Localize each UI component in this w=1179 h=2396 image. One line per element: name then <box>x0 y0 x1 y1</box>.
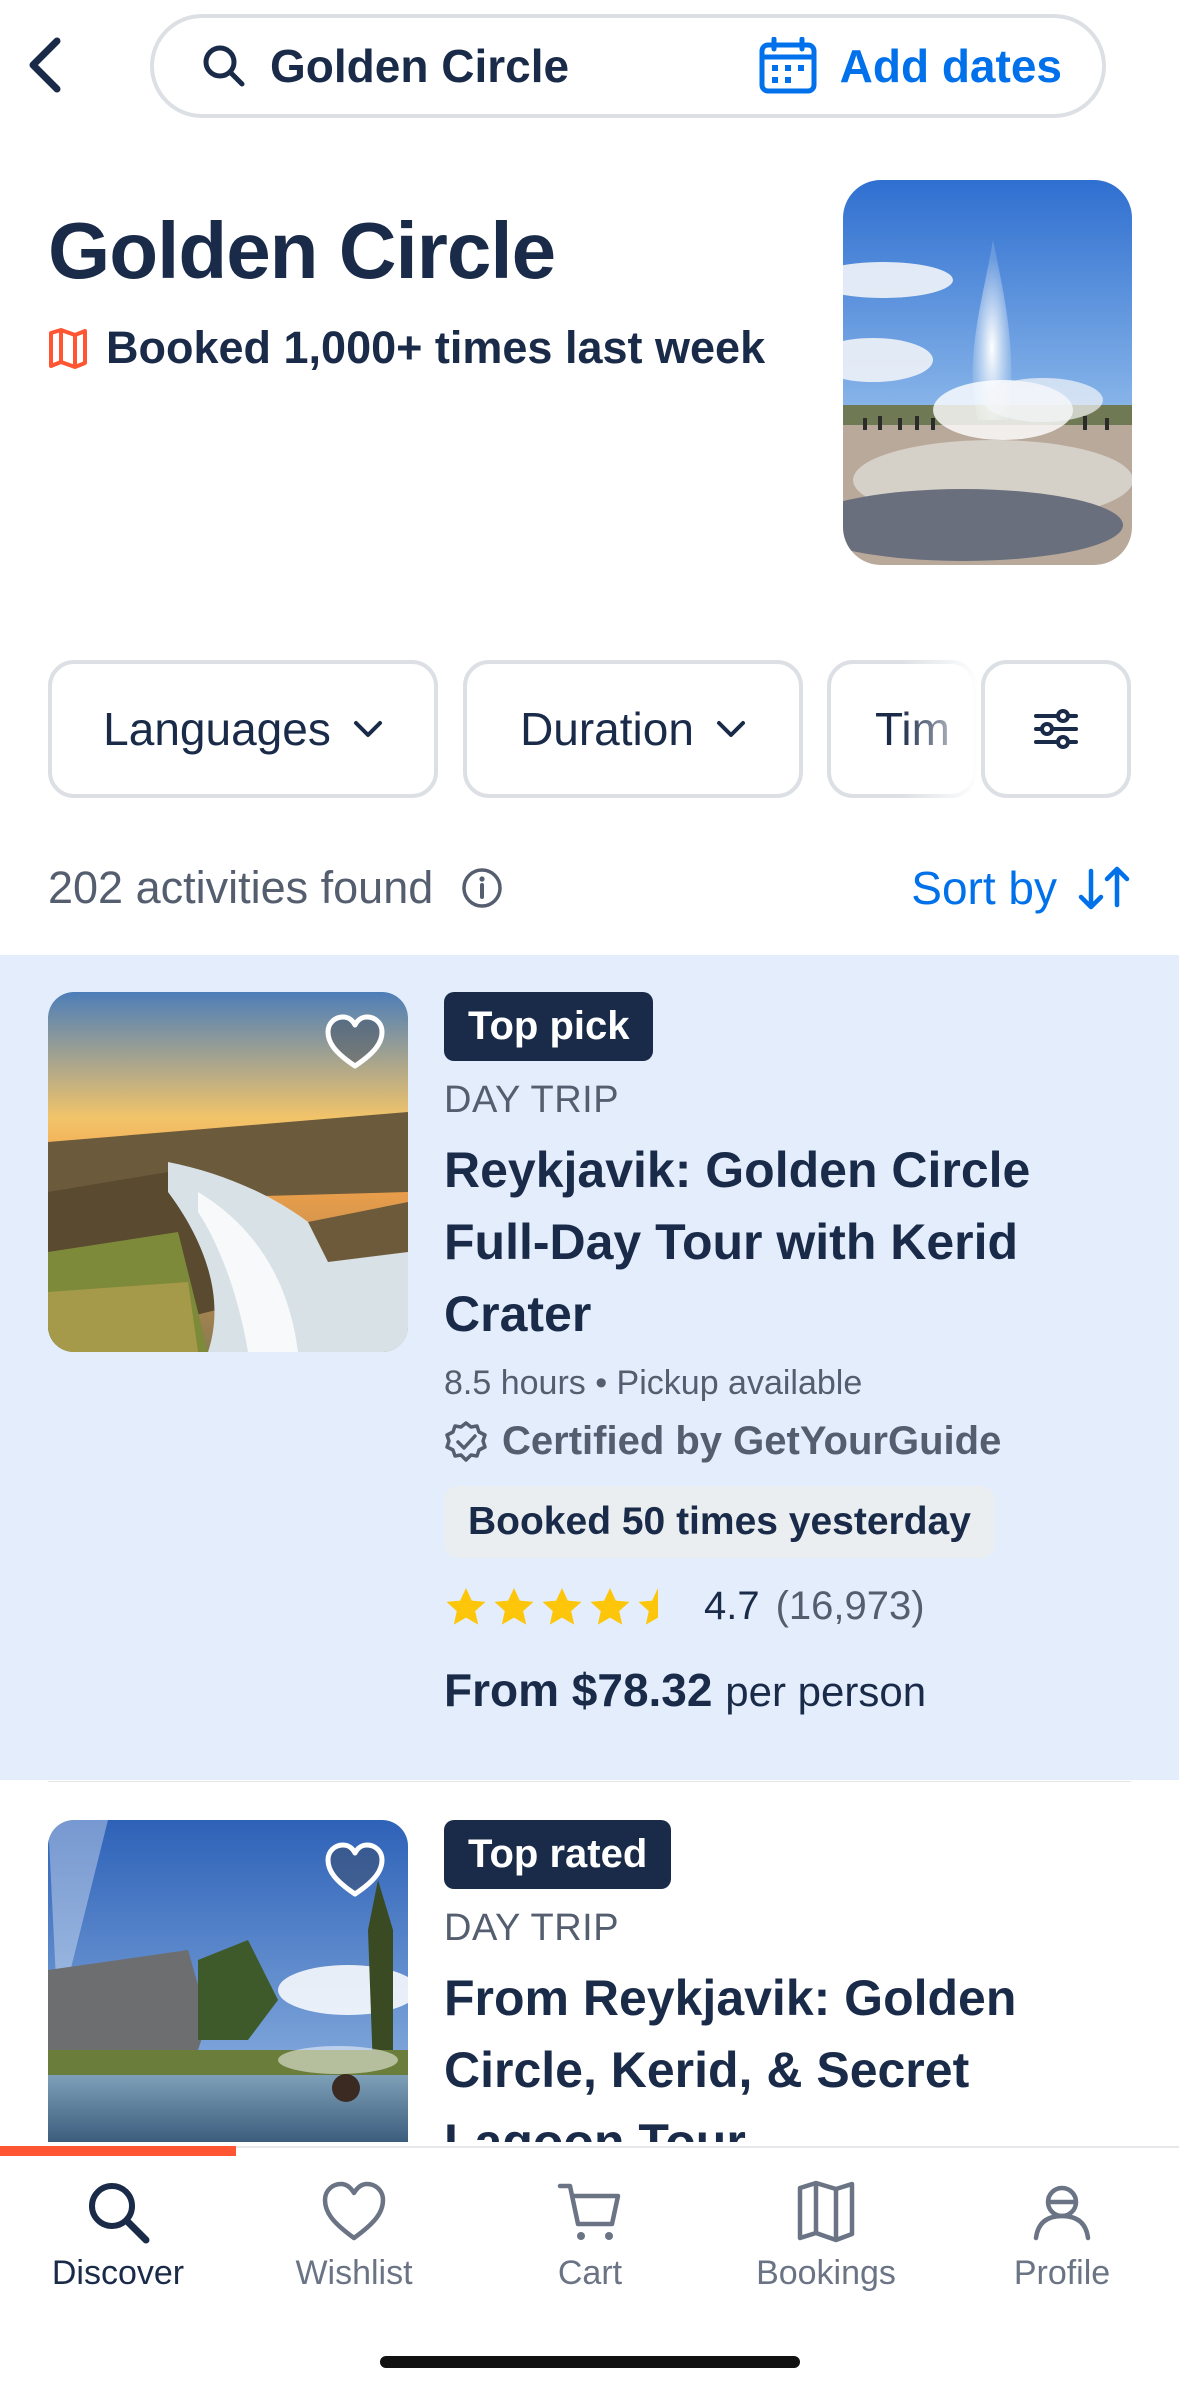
sort-arrows-icon <box>1078 866 1130 910</box>
activity-card[interactable]: Top rated DAY TRIP From Reykjavik: Golde… <box>0 1782 1179 2142</box>
chevron-down-icon <box>353 721 382 737</box>
filter-bar: Languages Duration Tim <box>0 660 1179 800</box>
info-icon[interactable] <box>461 867 503 909</box>
price: From $78.32 per person <box>444 1663 1139 1717</box>
star-rating <box>444 1586 680 1628</box>
chip-fade-overlay <box>900 660 980 798</box>
nav-profile-label: Profile <box>1013 2254 1111 2292</box>
nav-wishlist-label: Wishlist <box>295 2254 413 2292</box>
top-bar: Golden Circle Add dates <box>0 0 1179 140</box>
activity-thumbnail[interactable] <box>48 992 408 1352</box>
activity-card[interactable]: Top pick DAY TRIP Reykjavik: Golden Circ… <box>0 955 1179 1780</box>
star-full-icon <box>590 1587 630 1625</box>
nav-cart-label: Cart <box>557 2254 623 2292</box>
chevron-left-icon <box>29 37 61 93</box>
certified-badge-icon <box>445 1420 487 1462</box>
filter-duration[interactable]: Duration <box>463 660 803 798</box>
sliders-icon <box>1034 709 1078 749</box>
chevron-down-icon <box>716 721 745 737</box>
cart-icon <box>557 2183 621 2240</box>
rating-value: 4.7 <box>704 1584 760 1628</box>
filter-languages[interactable]: Languages <box>48 660 438 798</box>
results-summary: 202 activities found Sort by <box>48 858 1131 918</box>
hero-image-geyser <box>843 180 1132 565</box>
add-dates-label: Add dates <box>839 40 1062 92</box>
wishlist-heart-icon[interactable] <box>324 1012 386 1074</box>
activity-info: Top pick DAY TRIP Reykjavik: Golden Circ… <box>444 992 1139 1717</box>
price-unit: per person <box>725 1668 927 1715</box>
calendar-icon <box>759 37 817 94</box>
nav-bookings-label: Bookings <box>756 2254 896 2292</box>
filter-languages-label: Languages <box>103 703 331 755</box>
nav-bookings[interactable]: Bookings <box>708 2178 944 2293</box>
star-full-icon <box>494 1587 534 1625</box>
wishlist-heart-icon[interactable] <box>324 1840 386 1902</box>
booked-popularity: Booked 1,000+ times last week <box>48 322 765 374</box>
rating-count: (16,973) <box>775 1584 925 1628</box>
top-rated-badge: Top rated <box>444 1820 672 1889</box>
bookmark-map-icon <box>797 2180 855 2243</box>
all-filters-button[interactable] <box>981 660 1131 798</box>
sort-label: Sort by <box>911 862 1057 914</box>
activity-info: Top rated DAY TRIP From Reykjavik: Golde… <box>444 1820 1139 2142</box>
rating-row: 4.7 (16,973) <box>444 1584 1139 1629</box>
sort-button[interactable]: Sort by <box>911 861 1131 915</box>
nav-discover-label: Discover <box>51 2254 185 2292</box>
activity-category: DAY TRIP <box>444 1079 620 1121</box>
activity-thumbnail[interactable] <box>48 1820 408 2142</box>
nav-profile[interactable]: Profile <box>944 2178 1179 2293</box>
nav-cart[interactable]: Cart <box>472 2178 708 2293</box>
star-half-icon <box>638 1587 678 1625</box>
heart-icon <box>322 2181 386 2241</box>
booked-yesterday-pill: Booked 50 times yesterday <box>444 1486 995 1558</box>
search-query[interactable]: Golden Circle <box>270 39 758 93</box>
nav-wishlist[interactable]: Wishlist <box>236 2178 472 2293</box>
map-bookmark-icon <box>49 328 87 369</box>
active-tab-indicator <box>0 2146 236 2156</box>
home-indicator[interactable] <box>380 2356 800 2368</box>
nav-discover[interactable]: Discover <box>0 2178 236 2293</box>
certified-text: Certified by GetYourGuide <box>502 1419 1002 1463</box>
star-full-icon <box>446 1587 486 1625</box>
back-button[interactable] <box>20 30 70 100</box>
page-title: Golden Circle <box>48 206 556 295</box>
filter-duration-label: Duration <box>520 703 694 755</box>
certified-label: Certified by GetYourGuide <box>444 1419 1139 1464</box>
profile-icon <box>1033 2185 1091 2241</box>
activity-title[interactable]: From Reykjavik: Golden Circle, Kerid, & … <box>444 1962 1139 2142</box>
booked-text: Booked 1,000+ times last week <box>106 322 766 373</box>
search-icon <box>200 42 248 90</box>
add-dates-button[interactable]: Add dates <box>758 37 1062 95</box>
activities-count: 202 activities found <box>48 862 434 913</box>
star-full-icon <box>542 1587 582 1625</box>
top-pick-badge: Top pick <box>444 992 654 1061</box>
price-from: From $78.32 <box>444 1664 713 1716</box>
activity-title[interactable]: Reykjavik: Golden Circle Full-Day Tour w… <box>444 1134 1139 1350</box>
activity-meta: 8.5 hours • Pickup available <box>444 1364 863 1402</box>
search-icon <box>89 2183 150 2244</box>
activity-category: DAY TRIP <box>444 1907 620 1949</box>
search-bar[interactable]: Golden Circle Add dates <box>150 14 1106 118</box>
